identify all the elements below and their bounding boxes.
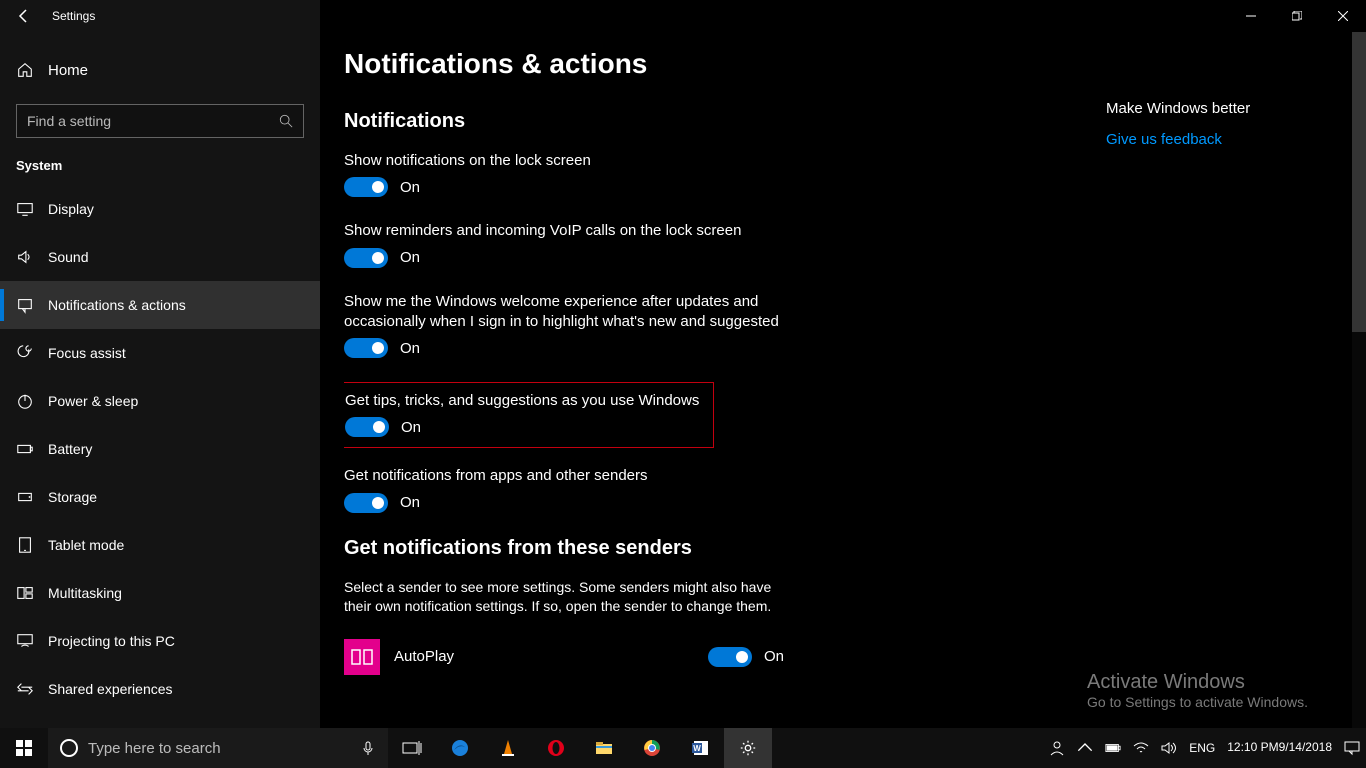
sidebar-item-projecting[interactable]: Projecting to this PC [0, 617, 320, 665]
taskbar-app-edge[interactable] [436, 728, 484, 768]
activation-watermark: Activate Windows Go to Settings to activ… [1087, 671, 1308, 710]
sender-name: AutoPlay [394, 648, 708, 665]
toggle-state: On [400, 494, 420, 511]
setting-label: Show me the Windows welcome experience a… [344, 292, 784, 333]
sidebar-item-focus-assist[interactable]: Focus assist [0, 329, 320, 377]
navitem-label: Power & sleep [48, 393, 138, 409]
sidebar: Home Find a setting System Display Sound… [0, 0, 320, 728]
toggle-lockscreen-notifications[interactable] [344, 177, 388, 197]
taskbar-app-chrome[interactable] [628, 728, 676, 768]
tray-language[interactable]: ENG [1183, 728, 1221, 768]
taskbar-app-word[interactable]: W [676, 728, 724, 768]
feedback-link[interactable]: Give us feedback [1106, 131, 1326, 148]
right-rail: Make Windows better Give us feedback [1106, 100, 1326, 148]
toggle-welcome-experience[interactable] [344, 338, 388, 358]
setting-tips-tricks: Get tips, tricks, and suggestions as you… [345, 391, 703, 437]
toggle-voip-lockscreen[interactable] [344, 248, 388, 268]
navitem-label: Projecting to this PC [48, 633, 175, 649]
tray-clock[interactable]: 12:10 PM 9/14/2018 [1221, 728, 1338, 768]
taskbar-search[interactable]: Type here to search [48, 728, 388, 768]
navitem-label: Focus assist [48, 345, 126, 361]
tray-date: 9/14/2018 [1279, 741, 1332, 755]
navitem-label: Notifications & actions [48, 297, 186, 313]
sidebar-item-sound[interactable]: Sound [0, 233, 320, 281]
navitem-label: Storage [48, 489, 97, 505]
tray-volume-icon[interactable] [1155, 728, 1183, 768]
autoplay-icon [344, 639, 380, 675]
toggle-state: On [400, 179, 420, 196]
scrollbar-thumb[interactable] [1352, 32, 1366, 332]
navitem-label: Multitasking [48, 585, 122, 601]
toggle-state: On [401, 419, 421, 436]
mic-icon[interactable] [360, 740, 376, 756]
toggle-apps-notifications[interactable] [344, 493, 388, 513]
tray-overflow[interactable] [1071, 728, 1099, 768]
sidebar-section: System [0, 158, 320, 185]
taskbar-app-opera[interactable] [532, 728, 580, 768]
setting-label: Get notifications from apps and other se… [344, 466, 784, 486]
sidebar-home-label: Home [48, 62, 88, 79]
toggle-state: On [764, 648, 784, 665]
sidebar-item-storage[interactable]: Storage [0, 473, 320, 521]
sidebar-item-shared-experiences[interactable]: Shared experiences [0, 665, 320, 713]
sidebar-item-battery[interactable]: Battery [0, 425, 320, 473]
svg-text:W: W [693, 744, 701, 753]
navitem-label: Tablet mode [48, 537, 124, 553]
activation-title: Activate Windows [1087, 671, 1308, 694]
taskbar-app-settings[interactable] [724, 728, 772, 768]
sidebar-item-display[interactable]: Display [0, 185, 320, 233]
sidebar-item-multitasking[interactable]: Multitasking [0, 569, 320, 617]
setting-apps-notifications: Get notifications from apps and other se… [344, 466, 784, 512]
cortana-icon [60, 739, 78, 757]
minimize-button[interactable] [1228, 0, 1274, 32]
search-placeholder: Find a setting [27, 113, 279, 129]
sidebar-home[interactable]: Home [0, 48, 320, 92]
close-button[interactable] [1320, 0, 1366, 32]
search-input[interactable]: Find a setting [16, 104, 304, 138]
tray-people[interactable] [1043, 728, 1071, 768]
vertical-scrollbar[interactable] [1352, 32, 1366, 728]
section-senders: Get notifications from these senders [344, 537, 1366, 560]
toggle-tips-tricks[interactable] [345, 417, 389, 437]
page-title: Notifications & actions [344, 48, 1366, 80]
navitem-label: Sound [48, 249, 88, 265]
taskbar-search-placeholder: Type here to search [88, 740, 221, 757]
taskbar-app-explorer[interactable] [580, 728, 628, 768]
task-view-button[interactable] [388, 728, 436, 768]
sidebar-item-notifications[interactable]: Notifications & actions [0, 281, 320, 329]
tray-battery-icon[interactable] [1099, 728, 1127, 768]
toggle-state: On [400, 249, 420, 266]
sender-autoplay[interactable]: AutoPlay On [344, 639, 784, 675]
setting-label: Show notifications on the lock screen [344, 151, 784, 171]
start-button[interactable] [0, 728, 48, 768]
highlighted-setting: Get tips, tricks, and suggestions as you… [344, 382, 714, 448]
setting-label: Show reminders and incoming VoIP calls o… [344, 221, 784, 241]
senders-help-text: Select a sender to see more settings. So… [344, 578, 794, 617]
navitem-label: Display [48, 201, 94, 217]
search-icon [279, 114, 293, 128]
rightrail-title: Make Windows better [1106, 100, 1326, 117]
taskbar: Type here to search W ENG 12:10 PM 9/14/… [0, 728, 1366, 768]
toggle-sender-autoplay[interactable] [708, 647, 752, 667]
activation-subtitle: Go to Settings to activate Windows. [1087, 694, 1308, 710]
sidebar-item-tablet-mode[interactable]: Tablet mode [0, 521, 320, 569]
main-content: Notifications & actions Notifications Sh… [344, 48, 1366, 728]
setting-lockscreen-notifications: Show notifications on the lock screen On [344, 151, 784, 197]
tray-wifi-icon[interactable] [1127, 728, 1155, 768]
taskbar-app-vlc[interactable] [484, 728, 532, 768]
navitem-label: Shared experiences [48, 681, 173, 697]
setting-voip-lockscreen: Show reminders and incoming VoIP calls o… [344, 221, 784, 267]
sidebar-item-power-sleep[interactable]: Power & sleep [0, 377, 320, 425]
navitem-label: Battery [48, 441, 92, 457]
setting-welcome-experience: Show me the Windows welcome experience a… [344, 292, 784, 359]
maximize-button[interactable] [1274, 0, 1320, 32]
toggle-state: On [400, 340, 420, 357]
setting-label: Get tips, tricks, and suggestions as you… [345, 391, 703, 411]
tray-time: 12:10 PM [1227, 741, 1278, 755]
tray-action-center[interactable] [1338, 728, 1366, 768]
